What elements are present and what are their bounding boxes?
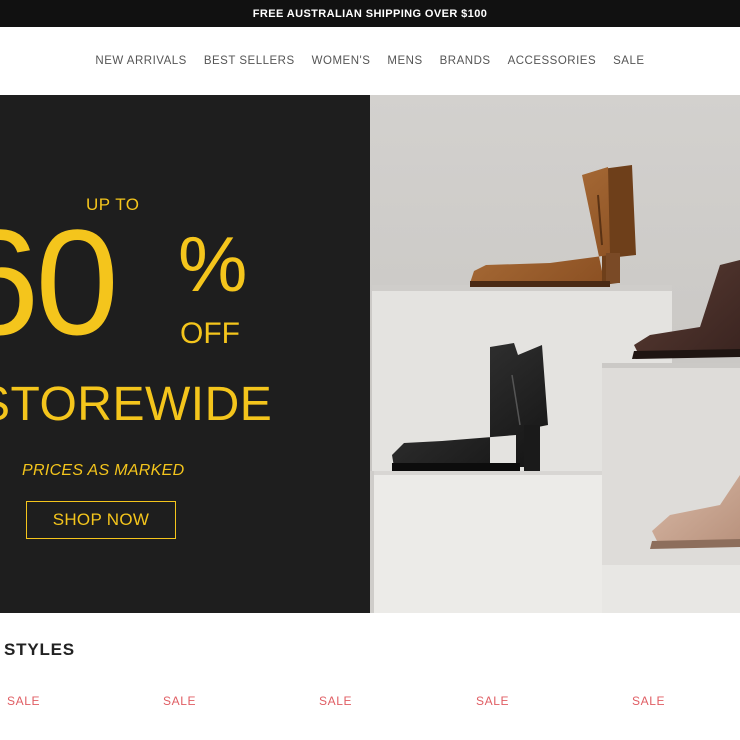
sale-badge: SALE (319, 694, 353, 708)
sale-badge: SALE (476, 694, 510, 708)
hero-storewide: STOREWIDE (0, 378, 273, 431)
sale-badge: SALE (7, 694, 41, 708)
nav-item-womens[interactable]: WOMEN'S (312, 55, 371, 67)
nav-item-best-sellers[interactable]: BEST SELLERS (204, 55, 295, 67)
hero-image (370, 95, 740, 613)
hero-prices-note: PRICES AS MARKED (22, 462, 185, 479)
ankle-boots-image (370, 95, 740, 613)
nav-item-sale[interactable]: SALE (613, 55, 644, 67)
shop-now-button[interactable]: SHOP NOW (26, 501, 176, 539)
main-nav: NEW ARRIVALS BEST SELLERS WOMEN'S MENS B… (0, 27, 740, 96)
sale-badge: SALE (163, 694, 197, 708)
announcement-text: FREE AUSTRALIAN SHIPPING OVER $100 (252, 7, 488, 20)
sale-badge: SALE (632, 694, 666, 708)
nav-item-brands[interactable]: BRANDS (440, 55, 491, 67)
announcement-bar: FREE AUSTRALIAN SHIPPING OVER $100 (0, 0, 740, 27)
hero-banner[interactable]: UP TO 60 % OFF STOREWIDE PRICES AS MARKE… (0, 95, 740, 613)
hero-promo-panel: UP TO 60 % OFF STOREWIDE PRICES AS MARKE… (0, 95, 370, 613)
hero-off: OFF (180, 317, 240, 350)
nav-item-mens[interactable]: MENS (387, 55, 422, 67)
nav-item-new-arrivals[interactable]: NEW ARRIVALS (95, 55, 186, 67)
hero-percent-sign: % (178, 220, 248, 308)
hero-discount-amount: 60 (0, 198, 119, 366)
nav-item-accessories[interactable]: ACCESSORIES (508, 55, 597, 67)
section-title: STYLES (4, 640, 75, 659)
